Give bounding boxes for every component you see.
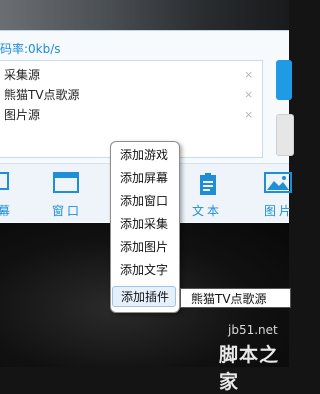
watermark-logo: 脚本之家 (219, 344, 280, 393)
tool-window-label: 窗口 (52, 204, 83, 218)
text-doc-icon (200, 173, 216, 195)
tool-text-label: 文本 (192, 204, 223, 218)
source-item-panda-song[interactable]: 熊猫TV点歌源 (4, 86, 80, 104)
source-item-picture[interactable]: 图片源 (4, 106, 40, 124)
tool-text[interactable]: 文本 (186, 164, 230, 222)
preview-source-label: 熊猫TV点歌源 (191, 292, 267, 306)
preview-source-label-box[interactable]: 熊猫TV点歌源 (180, 288, 291, 308)
tool-window[interactable]: 窗口 (40, 164, 90, 222)
menu-item-add-picture[interactable]: 添加图片 (112, 237, 176, 258)
close-icon[interactable]: × (244, 106, 253, 124)
source-item-capture[interactable]: 采集源 (4, 66, 40, 84)
secondary-action-button[interactable] (276, 114, 294, 156)
picture-icon (264, 172, 292, 193)
screen-icon (0, 172, 9, 190)
menu-item-add-plugin[interactable]: 添加插件 (112, 286, 176, 307)
tool-picture-label: 图片 (264, 204, 295, 218)
watermark-site: jb51.net (228, 323, 278, 337)
primary-action-button[interactable] (276, 60, 292, 100)
close-icon[interactable]: × (244, 86, 253, 104)
menu-item-add-screen[interactable]: 添加屏幕 (112, 168, 176, 189)
video-preview-top (0, 0, 289, 34)
menu-item-add-window[interactable]: 添加窗口 (112, 191, 176, 212)
add-source-context-menu: 添加游戏 添加屏幕 添加窗口 添加采集 添加图片 添加文字 添加插件 (110, 141, 180, 313)
menu-item-add-capture[interactable]: 添加采集 (112, 214, 176, 235)
tool-picture[interactable]: 图片 (258, 164, 292, 222)
menu-item-add-text[interactable]: 添加文字 (112, 260, 176, 281)
menu-item-add-game[interactable]: 添加游戏 (112, 145, 176, 166)
tool-screen-label: 幕 (0, 204, 14, 218)
window-icon (53, 172, 79, 193)
bitrate-label: 码率:0kb/s (0, 42, 61, 56)
close-icon[interactable]: × (244, 66, 253, 84)
tool-screen[interactable]: 幕 (0, 164, 30, 222)
